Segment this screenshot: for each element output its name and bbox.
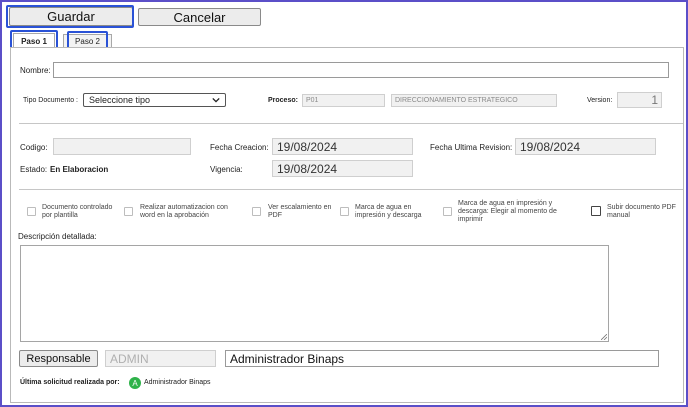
- checkbox-automatizacion-word-label: Realizar automatizacion con word en la a…: [140, 204, 228, 219]
- form-panel: Nombre: Tipo Documento : Seleccione tipo…: [10, 47, 684, 403]
- checkbox-marca-agua-elegir-label: Marca de agua en impresión y descarga: E…: [458, 200, 557, 223]
- separator: [19, 123, 683, 124]
- fecha-ultima-revision-label: Fecha Ultima Revision:: [430, 143, 513, 152]
- checkbox-automatizacion-word[interactable]: [124, 207, 133, 216]
- save-button-highlight: [6, 5, 134, 28]
- codigo-field: [53, 138, 191, 155]
- codigo-label: Codigo:: [20, 143, 48, 152]
- version-label: Version:: [587, 97, 613, 104]
- nombre-label: Nombre:: [20, 66, 51, 75]
- responsable-name-field: Administrador Binaps: [225, 350, 659, 367]
- ultima-solicitud-label: Última solicitud realizada por:: [20, 379, 120, 386]
- descripcion-label: Descripción detallada:: [18, 232, 97, 241]
- checkbox-documento-controlado[interactable]: [27, 207, 36, 216]
- separator: [19, 189, 683, 190]
- checkbox-subir-pdf[interactable]: [591, 206, 601, 216]
- tipo-documento-label: Tipo Documento :: [23, 97, 78, 104]
- avatar: A: [129, 377, 141, 389]
- responsable-code-field: ADMIN: [105, 350, 216, 367]
- descripcion-textarea[interactable]: [20, 245, 609, 342]
- nombre-input[interactable]: [53, 62, 669, 78]
- checkbox-marca-agua-elegir[interactable]: [443, 207, 452, 216]
- ultima-solicitud-user: Administrador Binaps: [144, 379, 211, 386]
- vigencia-field: 19/08/2024: [272, 160, 413, 177]
- checkbox-marca-agua[interactable]: [340, 207, 349, 216]
- proceso-code-field: P01: [302, 94, 385, 107]
- estado-value: En Elaboracion: [50, 165, 109, 174]
- tipo-documento-select[interactable]: Seleccione tipo: [83, 93, 226, 107]
- cancel-button[interactable]: Cancelar: [138, 8, 261, 26]
- resize-grip-icon: [601, 334, 607, 340]
- responsable-button[interactable]: Responsable: [19, 350, 98, 367]
- proceso-label: Proceso:: [268, 97, 298, 104]
- checkbox-escalamiento-pdf-label: Ver escalamiento en PDF: [268, 204, 332, 219]
- version-field: 1: [617, 92, 662, 108]
- tipo-documento-selected: Seleccione tipo: [89, 95, 151, 105]
- estado-label: Estado:: [20, 165, 48, 174]
- checkbox-marca-agua-label: Marca de agua en impresión y descarga: [355, 204, 422, 219]
- fecha-ultima-revision-field: 19/08/2024: [515, 138, 656, 155]
- checkbox-subir-pdf-label: Subir documento PDF manual: [607, 204, 676, 219]
- chevron-down-icon: [212, 97, 220, 103]
- proceso-name-field: DIRECCIONAMIENTO ESTRATEGICO: [391, 94, 557, 107]
- fecha-creacion-field: 19/08/2024: [272, 138, 413, 155]
- checkbox-documento-controlado-label: Documento controlado por plantilla: [42, 204, 113, 219]
- vigencia-label: Vigencia:: [210, 165, 243, 174]
- checkbox-escalamiento-pdf[interactable]: [252, 207, 261, 216]
- fecha-creacion-label: Fecha Creacion:: [210, 143, 269, 152]
